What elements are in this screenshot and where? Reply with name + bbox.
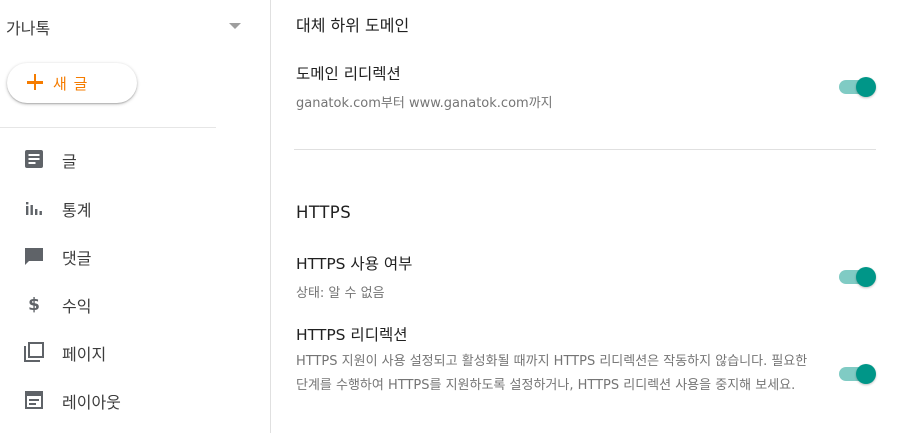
new-post-button[interactable]: 새 글 (7, 63, 137, 103)
https-enabled-toggle[interactable] (839, 266, 877, 288)
sidebar-item-layout[interactable]: 레이아웃 (0, 378, 260, 422)
https-redirect-title: HTTPS 리디렉션 (296, 326, 408, 344)
sidebar-item-pages[interactable]: 페이지 (0, 330, 260, 374)
sidebar-item-label: 통계 (62, 201, 92, 220)
sidebar-item-label: 수익 (62, 297, 92, 316)
sidebar-item-stats[interactable]: 통계 (0, 186, 260, 230)
settings-page: 가나톡 새 글 글 통계 댓글 $ 수익 페이지 레이아웃 대체 하위 도메인 … (0, 0, 913, 433)
blog-name: 가나톡 (6, 19, 51, 38)
section-divider (294, 149, 876, 150)
sidebar: 가나톡 새 글 글 통계 댓글 $ 수익 페이지 레이아웃 (0, 0, 271, 433)
domain-redirect-toggle[interactable] (839, 76, 877, 98)
https-redirect-desc: HTTPS 지원이 사용 설정되고 활성화될 때까지 HTTPS 리디렉션은 작… (296, 354, 808, 393)
sidebar-item-label: 레이아웃 (62, 393, 121, 412)
sidebar-divider (0, 127, 216, 128)
posts-icon (24, 149, 44, 169)
toggle-thumb (856, 267, 876, 287)
sidebar-item-label: 페이지 (62, 345, 107, 364)
caret-down-icon (229, 23, 241, 29)
toggle-thumb (856, 364, 876, 384)
toggle-thumb (856, 77, 876, 97)
sidebar-item-label: 댓글 (62, 249, 92, 268)
https-redirect-toggle[interactable] (839, 363, 877, 385)
https-enabled-title: HTTPS 사용 여부 (296, 255, 413, 273)
blog-selector[interactable]: 가나톡 (0, 0, 260, 52)
stats-icon (24, 198, 44, 218)
layout-icon (24, 390, 44, 410)
https-section-title: HTTPS (296, 203, 352, 222)
comment-icon (24, 246, 44, 266)
domain-redirect-title: 도메인 리디렉션 (296, 65, 401, 83)
alt-subdomain-title: 대체 하위 도메인 (296, 16, 410, 35)
svg-text:$: $ (28, 295, 40, 314)
sidebar-item-posts[interactable]: 글 (0, 137, 260, 181)
pages-icon (24, 342, 44, 362)
sidebar-item-comments[interactable]: 댓글 (0, 234, 260, 278)
https-status-desc: 상태: 알 수 없음 (296, 286, 385, 301)
domain-redirect-desc: ganatok.com부터 www.ganatok.com까지 (296, 96, 553, 111)
dollar-icon: $ (24, 294, 44, 314)
plus-icon (25, 73, 45, 93)
sidebar-item-label: 글 (62, 152, 77, 171)
sidebar-item-earnings[interactable]: $ 수익 (0, 282, 260, 326)
new-post-label: 새 글 (53, 75, 89, 93)
settings-main: 대체 하위 도메인 도메인 리디렉션 ganatok.com부터 www.gan… (272, 0, 913, 433)
